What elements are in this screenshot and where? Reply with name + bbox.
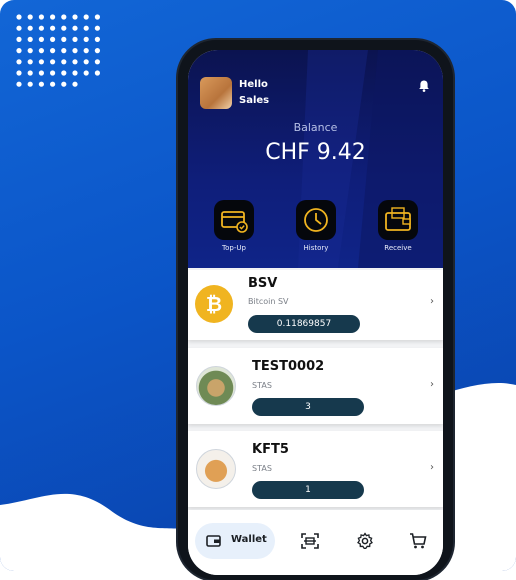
- token-name: KFT5: [252, 442, 289, 457]
- greeting-hello: Hello: [239, 79, 268, 90]
- clock-icon: [296, 200, 336, 240]
- svg-text:₿: ₿: [206, 292, 222, 316]
- nav-wallet-label: Wallet: [231, 534, 267, 545]
- balance-value: CHF 9.42: [265, 140, 366, 165]
- topup-button[interactable]: Top-Up: [204, 200, 264, 252]
- dot-grid-decoration: [16, 14, 100, 87]
- token-type: STAS: [252, 381, 272, 390]
- token-amount: 1: [252, 481, 364, 499]
- token-card-kft5[interactable]: KFT5 STAS › 1: [188, 431, 443, 507]
- greeting: Hello Sales: [239, 77, 269, 109]
- avatar[interactable]: [200, 77, 232, 109]
- greeting-user-name: Sales: [239, 95, 270, 106]
- bottom-navigation: Wallet: [188, 510, 443, 575]
- balance-label: Balance: [293, 121, 338, 134]
- wallet-icon: [206, 535, 221, 547]
- topup-card-icon: [214, 200, 254, 240]
- token-type: Bitcoin SV: [248, 297, 289, 306]
- token-type: STAS: [252, 464, 272, 473]
- wallet-header: Hello Sales Balance CHF 9.42 Top-Up Hist…: [188, 50, 443, 268]
- token-name: BSV: [248, 276, 278, 291]
- gear-icon[interactable]: [356, 532, 374, 550]
- history-button[interactable]: History: [286, 200, 346, 252]
- cart-icon[interactable]: [409, 532, 427, 550]
- nav-wallet-tab[interactable]: Wallet: [195, 523, 275, 559]
- wallet-receive-icon: [378, 200, 418, 240]
- scan-qr-icon[interactable]: [301, 532, 319, 550]
- phone-screen: Hello Sales Balance CHF 9.42 Top-Up Hist…: [188, 50, 443, 575]
- chevron-right-icon: ›: [430, 296, 434, 307]
- topup-label: Top-Up: [222, 244, 246, 252]
- token-amount: 3: [252, 398, 364, 416]
- dog-token-icon: [196, 449, 236, 489]
- chevron-right-icon: ›: [430, 379, 434, 390]
- bell-icon[interactable]: [417, 79, 431, 93]
- receive-label: Receive: [384, 244, 412, 252]
- history-label: History: [303, 244, 329, 252]
- chevron-right-icon: ›: [430, 462, 434, 473]
- token-amount: 0.11869857: [248, 315, 360, 333]
- token-card-bsv[interactable]: ₿ BSV Bitcoin SV › 0.11869857: [188, 270, 443, 340]
- receive-button[interactable]: Receive: [368, 200, 428, 252]
- tea-cup-token-icon: [196, 366, 236, 406]
- token-card-test0002[interactable]: TEST0002 STAS › 3: [188, 348, 443, 424]
- token-name: TEST0002: [252, 359, 325, 374]
- bitcoin-icon: ₿: [195, 285, 233, 323]
